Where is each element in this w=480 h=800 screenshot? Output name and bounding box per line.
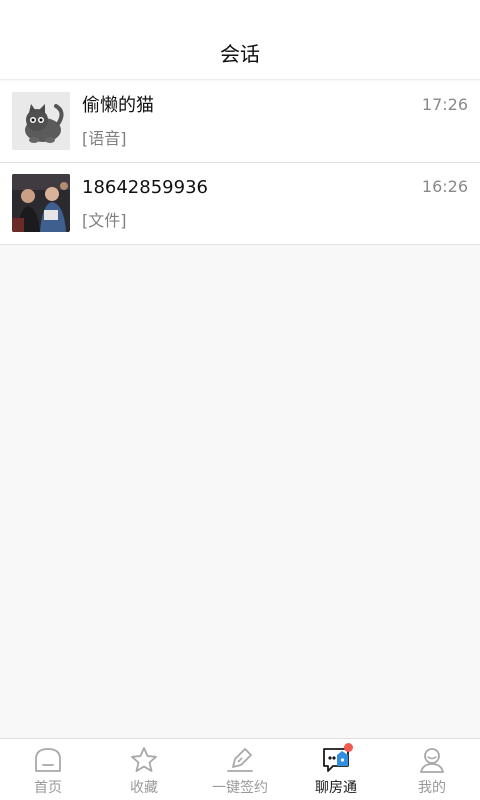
home-icon [33,745,63,775]
photo-avatar [12,174,70,232]
tab-favorites[interactable]: 收藏 [96,739,192,800]
page-title: 会话 [220,42,260,66]
tab-favorites-label: 收藏 [130,780,158,796]
conversation-name: 偷懒的猫 [82,95,154,116]
conversation-time: 16:26 [421,177,468,196]
top-header: 会话 [0,0,480,80]
star-icon [129,745,159,775]
cat-avatar [12,92,70,150]
conversation-list: 偷懒的猫 17:26 [语音] 18642859936 16:26 [文件] [0,81,480,245]
app-screen: 会话 偷懒的猫 17:26 [语音] 18642859936 16:26 [文件… [0,0,480,800]
tab-sign-label: 一键签约 [212,780,268,796]
unread-badge-dot [344,743,353,752]
bottom-tab-bar: 首页 收藏 一键签约 聊房通 我的 [0,738,480,800]
conversation-item[interactable]: 18642859936 16:26 [文件] [0,163,480,245]
sign-pen-icon [225,745,255,775]
conversation-preview: [文件] [82,211,127,230]
tab-chat-label: 聊房通 [315,780,357,796]
tab-sign[interactable]: 一键签约 [192,739,288,800]
tab-profile-label: 我的 [418,780,446,796]
conversation-preview: [语音] [82,129,127,148]
user-icon [417,745,447,775]
conversation-item[interactable]: 偷懒的猫 17:26 [语音] [0,81,480,163]
tab-chat[interactable]: 聊房通 [288,739,384,800]
conversation-time: 17:26 [421,95,468,114]
chat-icon [321,743,353,775]
tab-home-label: 首页 [34,780,62,796]
tab-home[interactable]: 首页 [0,739,96,800]
tab-profile[interactable]: 我的 [384,739,480,800]
conversation-name: 18642859936 [82,177,208,198]
